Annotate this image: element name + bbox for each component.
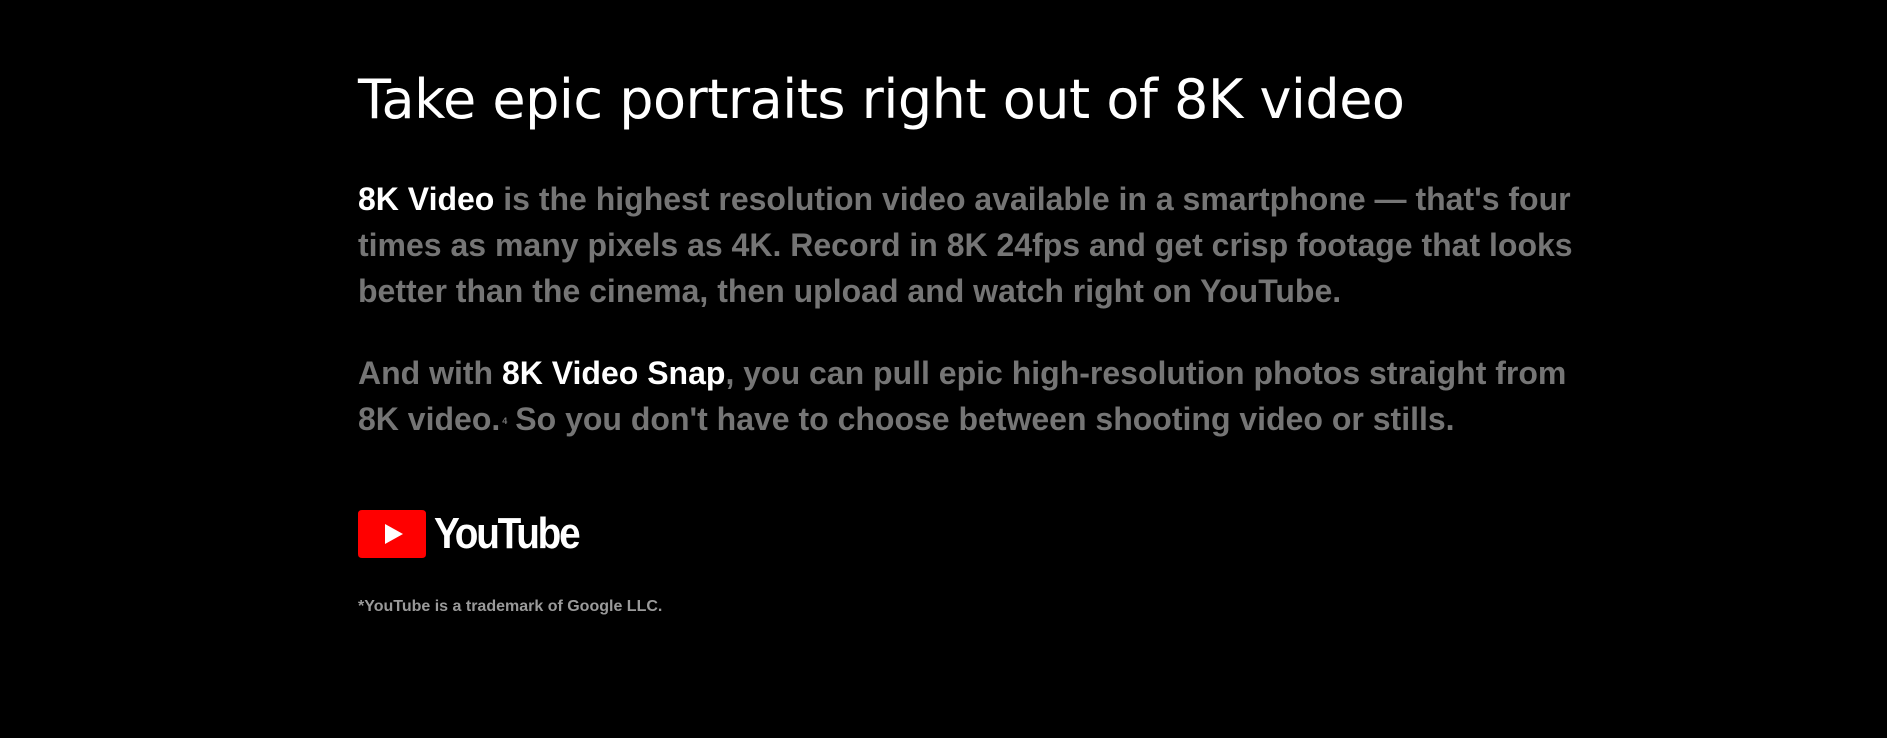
headline: Take epic portraits right out of 8K vide… [358, 68, 1405, 131]
highlight-8k-video-snap: 8K Video Snap [501, 355, 726, 391]
page: Take epic portraits right out of 8K vide… [0, 0, 1887, 738]
paragraph-lead: And with [358, 355, 502, 391]
paragraph-8k-video-text: is the highest resolution video availabl… [358, 181, 1573, 309]
footnote-marker[interactable]: 4 [502, 416, 507, 426]
trademark-disclaimer: *YouTube is a trademark of Google LLC. [358, 598, 663, 615]
youtube-wordmark: YouTube [434, 509, 581, 558]
feature-section: Take epic portraits right out of 8K vide… [358, 60, 1598, 618]
highlight-8k-video: 8K Video [358, 181, 495, 217]
youtube-logo: YouTube [358, 510, 1598, 558]
paragraph-8k-video-snap: And with 8K Video Snap, you can pull epi… [358, 350, 1598, 442]
paragraph-tail: So you don't have to choose between shoo… [515, 401, 1455, 437]
youtube-play-icon [358, 510, 426, 558]
paragraph-8k-video: 8K Video is the highest resolution video… [358, 176, 1598, 314]
